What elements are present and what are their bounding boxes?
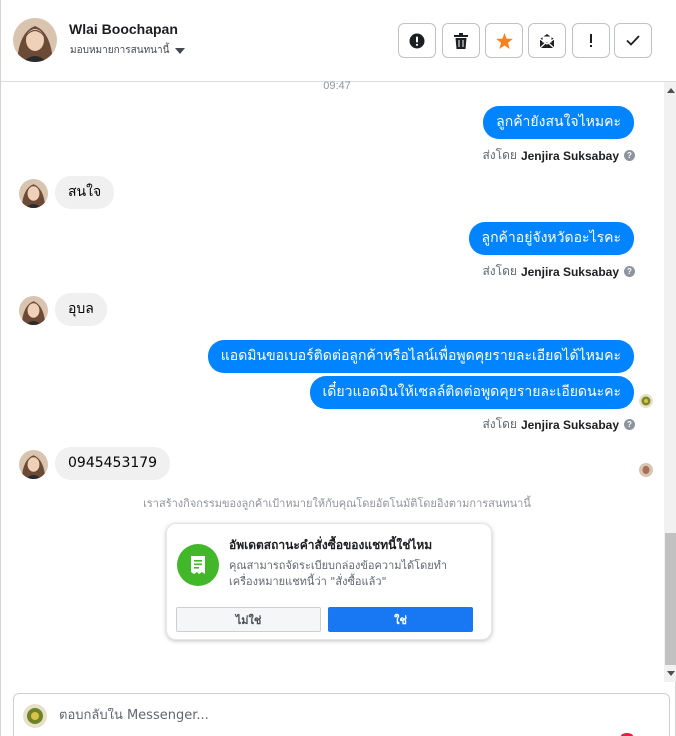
sender-name: Jenjira Suksabay — [520, 417, 619, 432]
sent-by-prefix: ส่งโดย — [482, 417, 517, 431]
reply-composer — [13, 693, 670, 736]
no-button[interactable]: ไม่ใช่ — [176, 607, 321, 632]
sent-by-prefix: ส่งโดย — [482, 148, 517, 162]
incoming-message[interactable]: อุบล — [55, 293, 107, 326]
assign-conversation-dropdown[interactable]: มอบหมายการสนทนานี้ — [70, 43, 186, 58]
outgoing-message[interactable]: แอดมินขอเบอร์ติดต่อลูกค้าหรือไลน์เพื่อพู… — [207, 340, 634, 373]
outgoing-message[interactable]: เดี๋ยวแอดมินให้เซลล์ติดต่อพูดคุยรายละเอี… — [309, 376, 634, 409]
sent-by-label: ส่งโดย Jenjira Suksabay ? — [482, 146, 635, 165]
sent-by-prefix: ส่งโดย — [482, 264, 517, 278]
caret-down-icon — [175, 47, 186, 54]
reply-input[interactable] — [59, 708, 619, 723]
card-title: อัพเดตสถานะคำสั่งซื้อของแชทนี้ใช่ไหม — [229, 538, 433, 552]
card-description: คุณสามารถจัดระเบียบกล่องข้อความได้โดยทำเ… — [229, 559, 448, 588]
message-timestamp: 09:47 — [323, 80, 351, 92]
scroll-down-icon[interactable] — [667, 671, 675, 676]
assign-label: มอบหมายการสนทนานี้ — [70, 45, 170, 56]
sent-by-label: ส่งโดย Jenjira Suksabay ? — [482, 415, 635, 434]
envelope-icon — [539, 33, 555, 48]
exclamation-icon — [590, 33, 592, 47]
incoming-message[interactable]: 0945453179 — [55, 447, 171, 480]
help-icon[interactable]: ? — [624, 419, 635, 430]
sent-by-label: ส่งโดย Jenjira Suksabay ? — [482, 262, 635, 281]
sender-name: Jenjira Suksabay — [520, 148, 619, 163]
help-icon[interactable]: ? — [624, 150, 635, 161]
follow-up-button[interactable] — [572, 23, 610, 58]
mark-unread-button[interactable] — [528, 23, 566, 58]
mark-done-button[interactable] — [614, 23, 652, 58]
sender-name: Jenjira Suksabay — [520, 264, 619, 279]
seen-indicator-avatar — [639, 463, 653, 477]
incoming-message[interactable]: สนใจ — [55, 176, 115, 209]
outgoing-message[interactable]: ลูกค้าอยู่จังหวัดอะไรคะ — [468, 222, 634, 255]
scrollbar-thumb[interactable] — [665, 533, 676, 665]
star-icon — [495, 32, 513, 49]
seen-indicator-avatar — [639, 394, 653, 408]
outgoing-message[interactable]: ลูกค้ายังสนใจไหมคะ — [483, 106, 634, 139]
contact-avatar[interactable] — [13, 18, 57, 62]
delete-button[interactable] — [442, 23, 480, 58]
contact-name[interactable]: Wlai Boochapan — [69, 21, 178, 37]
contact-avatar-small[interactable] — [19, 179, 48, 208]
page-avatar — [23, 704, 47, 728]
automation-notice: เราสร้างกิจกรรมของลูกค้าเป้าหมายให้กับคุ… — [143, 497, 531, 510]
mark-spam-button[interactable] — [398, 23, 436, 58]
receipt-icon — [177, 544, 219, 586]
conversation-header: Wlai Boochapan มอบหมายการสนทนานี้ — [1, 0, 676, 82]
order-status-card: อัพเดตสถานะคำสั่งซื้อของแชทนี้ใช่ไหม คุณ… — [166, 523, 492, 640]
star-button[interactable] — [485, 23, 523, 58]
checkmark-icon — [626, 35, 640, 46]
contact-avatar-small[interactable] — [19, 296, 48, 325]
yes-button[interactable]: ใช่ — [328, 607, 473, 632]
trash-icon — [454, 32, 468, 49]
help-icon[interactable]: ? — [624, 266, 635, 277]
chat-window: Wlai Boochapan มอบหมายการสนทนานี้ 09:47 … — [0, 0, 676, 736]
contact-avatar-small[interactable] — [19, 450, 48, 479]
alert-circle-icon — [409, 33, 425, 48]
